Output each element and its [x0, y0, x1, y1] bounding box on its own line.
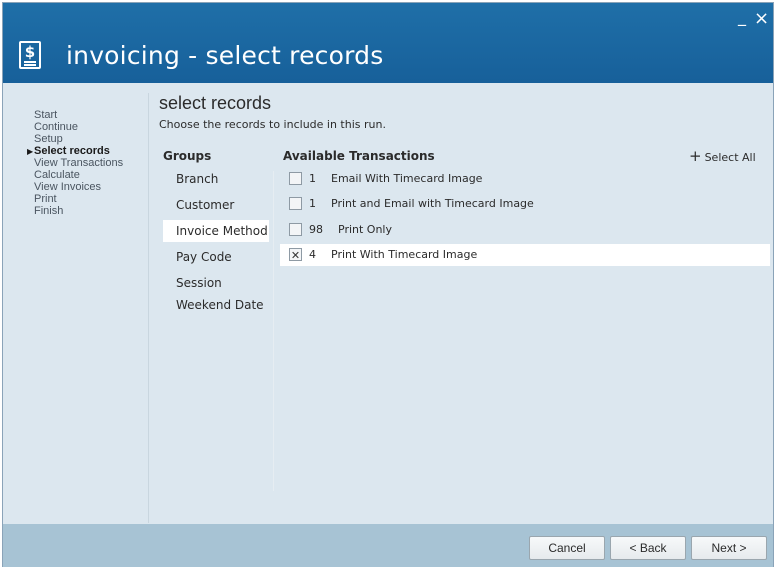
group-item-session[interactable]: Session [163, 272, 269, 294]
step-setup[interactable]: Setup [34, 133, 63, 145]
transaction-checkbox[interactable]: ✕ [289, 248, 302, 262]
group-item-invoice-method[interactable]: Invoice Method [163, 220, 269, 242]
back-button[interactable]: < Back [610, 536, 686, 560]
step-continue[interactable]: Continue [34, 121, 78, 133]
title-bar: $ invoicing - select records _ × [3, 3, 773, 83]
transaction-label: Print Only [338, 223, 392, 236]
group-item-customer[interactable]: Customer [163, 194, 269, 216]
transaction-count: 1 [309, 197, 316, 210]
transaction-checkbox[interactable] [289, 197, 302, 210]
group-item-branch[interactable]: Branch [163, 168, 269, 190]
groups-header: Groups [163, 149, 212, 163]
step-view-invoices[interactable]: View Invoices [34, 181, 101, 193]
transaction-row[interactable]: 1 Print and Email with Timecard Image [280, 193, 770, 215]
groups-divider [273, 171, 274, 491]
group-item-weekend-date[interactable]: Weekend Date [163, 294, 269, 316]
transaction-checkbox[interactable] [289, 172, 302, 185]
step-print[interactable]: Print [34, 193, 57, 205]
transaction-label: Email With Timecard Image [331, 172, 483, 185]
steps-divider [148, 93, 149, 523]
transaction-row[interactable]: 1 Email With Timecard Image [280, 168, 770, 190]
next-button[interactable]: Next > [691, 536, 767, 560]
step-view-transactions[interactable]: View Transactions [34, 157, 123, 169]
group-item-pay-code[interactable]: Pay Code [163, 246, 269, 268]
wizard-content: Start Continue Setup ▶ Select records Vi… [3, 83, 773, 524]
window-title: invoicing - select records [66, 41, 384, 70]
transaction-checkbox[interactable] [289, 223, 302, 236]
transaction-label: Print and Email with Timecard Image [331, 197, 534, 210]
select-all-button[interactable]: + Select All [689, 147, 756, 165]
step-calculate[interactable]: Calculate [34, 169, 80, 181]
step-select-records[interactable]: Select records [34, 145, 110, 157]
checkmark-x-icon: ✕ [290, 249, 301, 262]
transaction-count: 98 [309, 223, 323, 236]
current-step-arrow-icon: ▶ [27, 147, 34, 156]
cancel-button[interactable]: Cancel [529, 536, 605, 560]
invoicing-wizard-window: $ invoicing - select records _ × Start C… [2, 2, 774, 567]
plus-icon: + [689, 147, 702, 165]
minimize-button[interactable]: _ [738, 9, 746, 25]
page-subtitle: Choose the records to include in this ru… [159, 118, 386, 131]
close-button[interactable]: × [754, 10, 769, 28]
dollar-document-icon: $ [19, 41, 41, 69]
transaction-label: Print With Timecard Image [331, 248, 478, 261]
transaction-count: 1 [309, 172, 316, 185]
page-title: select records [159, 93, 272, 113]
transaction-count: 4 [309, 248, 316, 261]
step-finish[interactable]: Finish [34, 205, 63, 217]
wizard-footer: Cancel < Back Next > [3, 524, 773, 567]
step-start[interactable]: Start [34, 109, 57, 121]
select-all-label: Select All [704, 151, 756, 164]
transaction-row[interactable]: ✕ 4 Print With Timecard Image [280, 244, 770, 266]
transaction-row[interactable]: 98 Print Only [280, 219, 770, 241]
transactions-header: Available Transactions [283, 149, 435, 163]
